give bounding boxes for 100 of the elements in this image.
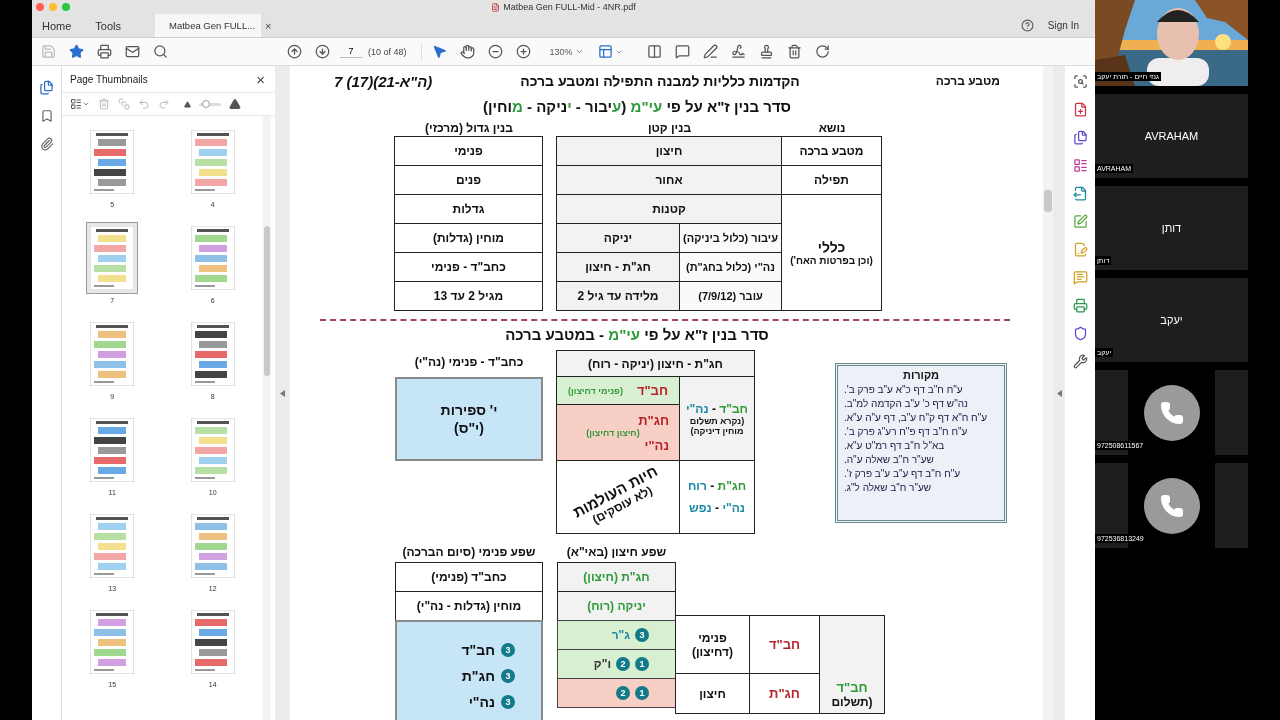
block-header: שפע פנימי (סיום הברכה) xyxy=(401,544,537,560)
table-cell: מוחין (גדלות) xyxy=(394,223,543,253)
tab-close-button[interactable]: × xyxy=(265,19,272,32)
table-cell: חג"ת (חיצון) xyxy=(557,562,676,592)
cell-title: חב"ד xyxy=(836,680,868,695)
combine-files-icon[interactable] xyxy=(1072,130,1088,145)
create-pdf-icon[interactable] xyxy=(1072,102,1088,117)
bookmarks-panel-button[interactable] xyxy=(39,109,54,123)
scrollbar[interactable] xyxy=(263,116,271,720)
cell-note: (חיצון דחיצון) xyxy=(586,427,640,438)
panel-text: י' ספירות xyxy=(440,402,498,418)
table-cell: יניקה xyxy=(556,223,680,253)
edit-pdf-icon[interactable] xyxy=(1072,214,1088,229)
cell-note: (נקרא תשלום xyxy=(689,415,745,426)
help-icon[interactable] xyxy=(1020,19,1034,32)
panel-text: חב"ד xyxy=(461,642,495,658)
cell-title: כללי xyxy=(817,239,846,255)
panel-close-button[interactable]: × xyxy=(256,70,265,88)
cell-title: חב"ד - נה"י xyxy=(686,401,748,416)
table-cell: מגיל 2 עד 13 xyxy=(394,281,543,311)
shield-icon[interactable] xyxy=(1072,326,1088,341)
table-cell: חג"ת - חיצון xyxy=(556,252,680,282)
caret-icon xyxy=(82,100,90,108)
nav-tab[interactable]: Home xyxy=(34,14,80,37)
source-line: שע"ר ח"ב שאלה ע"ה. xyxy=(844,453,934,467)
table-cell: מטבע ברכה xyxy=(781,136,882,166)
source-line: ע"ח ח"א דף ק"ח ע"ב, דף ע"ה ע"א. xyxy=(844,411,988,425)
table-cell: גדלות xyxy=(394,194,543,224)
page-count: (10 of 48) xyxy=(368,46,407,57)
page-reference: 7 (17)(21-ה"א) xyxy=(333,72,433,90)
column-header: בנין גדול (מרכזי) xyxy=(425,121,513,135)
zoom-dropdown[interactable]: 130% xyxy=(549,41,584,62)
larger-thumbnails-icon[interactable] xyxy=(229,98,241,110)
participant-name: יעקב xyxy=(1160,314,1183,326)
cell-text: נה"י - נפש xyxy=(689,501,745,515)
cell-text: חיצון xyxy=(699,686,726,701)
page-thumbnail[interactable] xyxy=(86,222,139,294)
source-line: שע"ר ח"ב שאלה ל"ג. xyxy=(844,481,932,495)
source-line: בא"ל ח"ב דף רמ"ט ע"א. xyxy=(844,439,945,453)
smaller-thumbnails-icon[interactable] xyxy=(184,100,191,108)
table-cell: חג"ת - חיצון (יניקה - רוח) xyxy=(556,350,755,377)
cell-title: חב"ד xyxy=(636,383,669,398)
cell-note: (פנימי דחיצון) xyxy=(567,385,623,396)
organize-pages-icon[interactable] xyxy=(1072,158,1088,173)
heading: סדר בנין ז"א על פי עי"מ - במטבע ברכה xyxy=(505,326,769,343)
panel-title: Page Thumbnails xyxy=(70,73,148,85)
table-cell: קטנות xyxy=(556,194,782,224)
pages-panel-button[interactable] xyxy=(39,80,54,95)
table-cell: מלידה עד גיל 2 xyxy=(556,281,680,311)
number-badge: 3 xyxy=(501,695,515,709)
collapse-arrow-icon[interactable] xyxy=(1056,389,1062,397)
participant-name: AVRAHAM xyxy=(1144,130,1199,142)
cell-text: (דחיצון) xyxy=(691,644,734,659)
attachments-panel-button[interactable] xyxy=(39,137,54,151)
cell-text: פנימי xyxy=(698,630,727,645)
number-badge: 3 xyxy=(501,643,515,657)
source-line: נה"ש דף כ' ע"ב הקדמה למ"ב. xyxy=(844,397,968,411)
export-pdf-icon[interactable] xyxy=(1072,186,1088,201)
table-cell: עובר (7/9/12) xyxy=(679,281,782,311)
block-header: שפע חיצון (באי"א) xyxy=(565,544,668,560)
sign-in-link[interactable]: Sign In xyxy=(1033,14,1095,37)
window-title: Matbea Gen FULL-Mid - 4NR.pdf xyxy=(503,2,636,12)
cell-text: חג"ת - רוח xyxy=(687,479,747,493)
print-production-icon[interactable] xyxy=(1072,298,1088,313)
options-menu-button[interactable] xyxy=(70,98,90,110)
cell-text: ו"ק xyxy=(593,657,611,671)
slider-thumb[interactable] xyxy=(201,99,210,108)
page-number-field[interactable]: 7 xyxy=(340,45,362,58)
cell-title: חג"ת xyxy=(638,412,669,428)
heading: סדר בנין ז"א על פי עי"מ ( עיבור - יניקה - מוחין) xyxy=(482,98,792,115)
caret-icon xyxy=(574,47,584,56)
document-title: הקדמות כלליות למבנה התפילה ומטבע ברכה xyxy=(520,73,800,89)
pdf-file-icon xyxy=(491,2,501,12)
thumbnail-size-slider[interactable] xyxy=(199,102,221,106)
wrench-icon[interactable] xyxy=(1072,354,1088,369)
cell-note: (תשלום xyxy=(831,695,873,709)
table-cell: יניקה (רוח) xyxy=(557,591,676,621)
number-badge: 3 xyxy=(501,669,515,683)
column-header: נושא xyxy=(818,121,846,135)
list-icon xyxy=(70,98,82,110)
table-cell: פנימי xyxy=(394,136,543,166)
source-line: ע"ח ח"ב דף ע"ב ע"ב פרק ז'. xyxy=(844,467,961,481)
zoom-tool-icon[interactable] xyxy=(1072,74,1088,89)
block-header: כחב"ד - פנימי (נה"י) xyxy=(413,354,525,371)
number-badge: 1 xyxy=(635,686,649,700)
panel-text: חג"ת xyxy=(461,668,495,684)
cell-note: (וכן בפרטות האח') xyxy=(790,255,873,266)
cell-note: מוחין דיניקה) xyxy=(690,425,744,436)
column-header: בנין קטן xyxy=(647,121,692,135)
nav-tab[interactable]: Tools xyxy=(87,14,130,37)
sources-title: מקורות xyxy=(903,369,939,381)
cell-text: ג"ר xyxy=(611,628,630,642)
table-cell: חיצון xyxy=(556,136,782,166)
participant-name: דותן xyxy=(1161,222,1182,234)
panel-text: נה"י xyxy=(468,694,495,710)
table-cell: עיבור (כלול ביניקה) xyxy=(679,223,782,253)
number-badge: 3 xyxy=(635,628,649,642)
table-cell: כחב"ד - פנימי xyxy=(394,252,543,282)
collapse-arrow-icon[interactable] xyxy=(280,389,285,397)
table-cell: אחור xyxy=(556,165,782,195)
